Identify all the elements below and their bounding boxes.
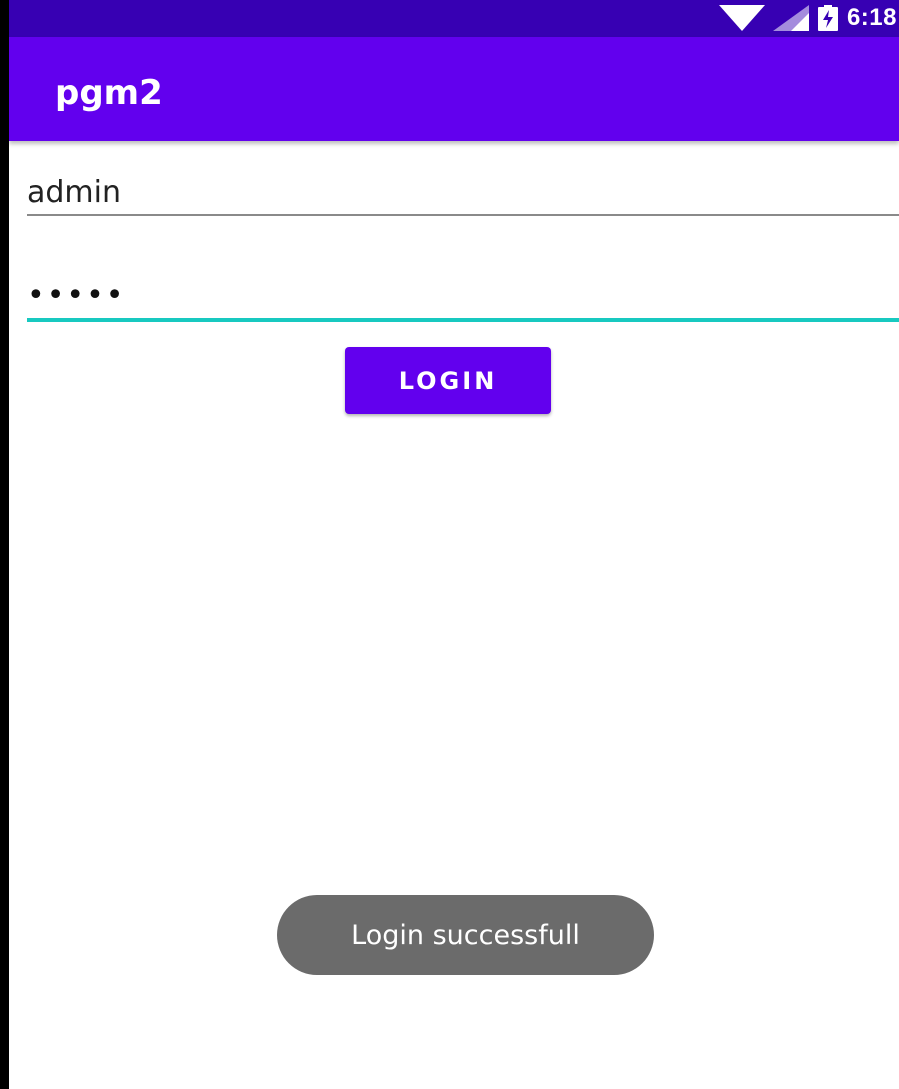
status-bar: 6:18 [9,0,899,37]
app-title: pgm2 [55,73,163,113]
username-field[interactable] [27,162,899,222]
login-button[interactable]: LOGIN [345,347,551,414]
password-underline [27,318,899,322]
password-field[interactable] [27,265,899,325]
toast-message: Login successfull [351,919,580,951]
status-time: 6:18 [846,4,897,31]
battery-charging-icon [817,5,838,31]
username-underline [27,214,899,216]
toast: Login successfull [277,895,654,975]
device-frame-edge [0,0,9,1089]
wifi-icon [718,5,765,31]
cell-signal-icon [772,5,809,31]
screen: 6:18 pgm2 LOGIN Login successfull [0,0,899,1089]
status-icons: 6:18 [718,4,899,32]
app-bar: pgm2 [9,37,899,141]
